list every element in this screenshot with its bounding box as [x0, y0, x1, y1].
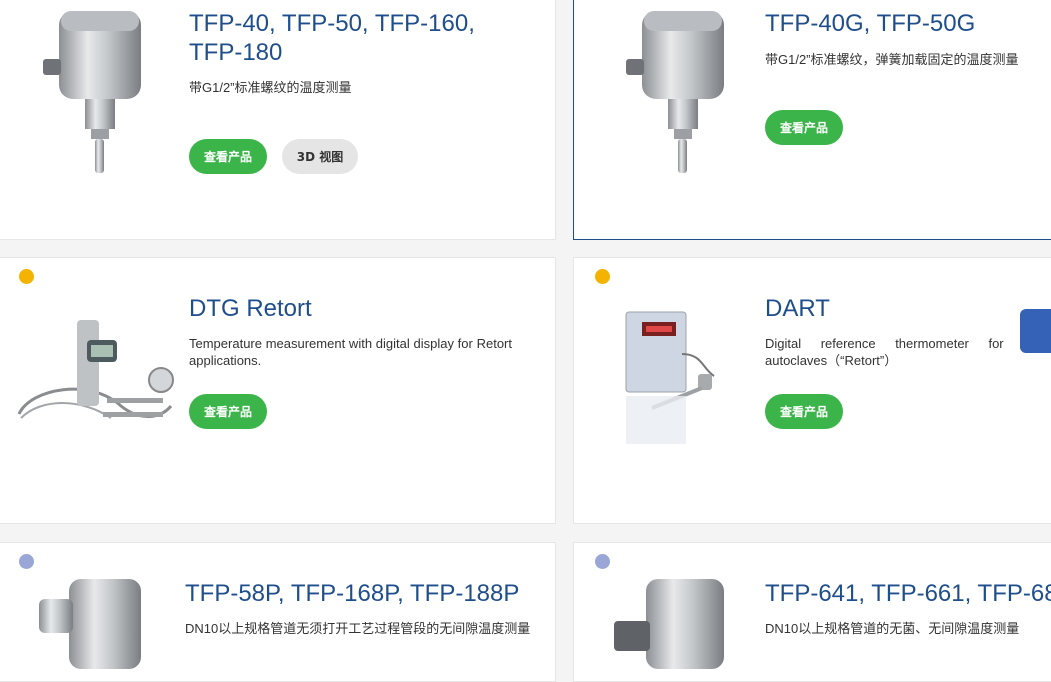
category-dot: [595, 554, 610, 569]
product-description: 带G1/2”标准螺纹的温度测量: [189, 80, 352, 95]
product-card-dart[interactable]: DART Digital reference thermometer for p…: [573, 257, 1051, 524]
product-description: DN10以上规格管道的无菌、无间隙温度测量: [765, 621, 1020, 636]
category-dot: [595, 269, 610, 284]
view-product-button[interactable]: 查看产品: [189, 394, 267, 429]
product-title[interactable]: DTG Retort: [189, 294, 312, 323]
view-product-button[interactable]: 查看产品: [765, 394, 843, 429]
product-card-tfp-40g[interactable]: TFP-40G, TFP-50G 带G1/2”标准螺纹，弹簧加载固定的温度测量 …: [573, 0, 1051, 240]
product-card-tfp-40[interactable]: TFP-40, TFP-50, TFP-160, TFP-180 带G1/2”标…: [0, 0, 556, 240]
3d-view-button[interactable]: 3D 视图: [282, 139, 358, 174]
sensor-image: [614, 579, 724, 669]
product-title[interactable]: TFP-641, TFP-661, TFP-681: [765, 579, 1051, 608]
dtg-retort-image: [17, 320, 174, 419]
sensor-image: [43, 11, 141, 173]
dart-image: [625, 311, 715, 444]
product-description: DN10以上规格管道无须打开工艺过程管段的无间隙温度测量: [185, 621, 531, 636]
view-product-button[interactable]: 查看产品: [765, 110, 843, 145]
category-dot: [19, 554, 34, 569]
category-dot: [19, 269, 34, 284]
sensor-image: [626, 11, 724, 173]
product-card-tfp-641[interactable]: TFP-641, TFP-661, TFP-681 DN10以上规格管道的无菌、…: [573, 542, 1051, 682]
product-description: Temperature measurement with digital dis…: [189, 336, 512, 368]
product-title[interactable]: DART: [765, 294, 830, 323]
sensor-image: [39, 579, 141, 669]
product-card-dtg-retort[interactable]: DTG Retort Temperature measurement with …: [0, 257, 556, 524]
product-description: 带G1/2”标准螺纹，弹簧加载固定的温度测量: [765, 52, 1019, 67]
product-title[interactable]: TFP-40G, TFP-50G: [765, 9, 975, 38]
product-title[interactable]: TFP-40, TFP-50, TFP-160, TFP-180: [189, 9, 519, 67]
product-description: Digital reference thermometer for paste …: [765, 336, 1051, 368]
product-card-tfp-58p[interactable]: TFP-58P, TFP-168P, TFP-188P DN10以上规格管道无须…: [0, 542, 556, 682]
view-product-button[interactable]: 查看产品: [189, 139, 267, 174]
product-title[interactable]: TFP-58P, TFP-168P, TFP-188P: [185, 579, 519, 608]
floating-side-tab[interactable]: [1020, 309, 1051, 353]
